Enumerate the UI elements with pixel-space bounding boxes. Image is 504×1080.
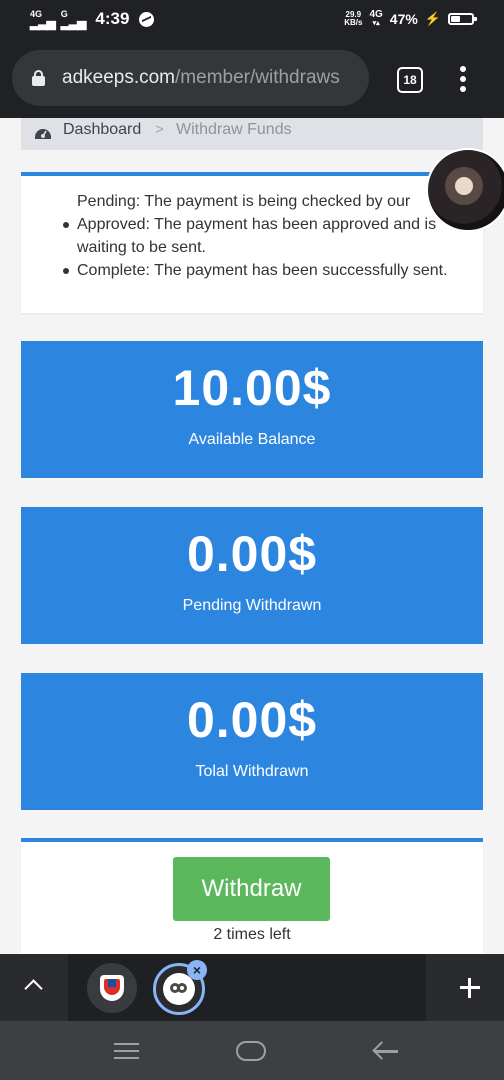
status-list: Pending: The payment is being checked by… xyxy=(63,190,472,282)
pending-withdrawn-card: 0.00$ Pending Withdrawn xyxy=(21,507,483,644)
total-withdrawn-label: Tolal Withdrawn xyxy=(195,763,309,780)
available-balance-label: Available Balance xyxy=(188,431,316,448)
signal-icon-2: G ▂▃▅ xyxy=(60,8,87,30)
url-domain: adkeeps.com xyxy=(62,67,176,88)
total-withdrawn-amount: 0.00$ xyxy=(186,692,318,748)
available-balance-amount: 10.00$ xyxy=(172,360,332,416)
breadcrumb-current: Withdraw Funds xyxy=(176,121,292,138)
total-withdrawn-card: 0.00$ Tolal Withdrawn xyxy=(21,673,483,810)
pending-withdrawn-label: Pending Withdrawn xyxy=(182,597,322,614)
back-icon[interactable] xyxy=(372,1041,398,1060)
browser-toolbar: adkeeps.com/member/withdraws 18 xyxy=(0,40,504,118)
url-path: /member/withdraws xyxy=(175,67,340,88)
menu-icon[interactable] xyxy=(459,66,467,92)
battery-percent: 47% xyxy=(389,11,418,27)
status-left: 4G ▂▃▅ G ▂▃▅ 4:39 xyxy=(30,8,155,30)
net-speed-unit: KB/s xyxy=(344,18,363,27)
url-bar[interactable]: adkeeps.com/member/withdraws xyxy=(12,50,369,106)
charging-icon: ⚡ xyxy=(424,11,441,26)
battery-icon xyxy=(448,13,477,25)
available-balance-card: 10.00$ Available Balance xyxy=(21,341,483,478)
messenger-icon xyxy=(139,11,155,27)
clock: 4:39 xyxy=(95,9,130,28)
list-item-approved: Approved: The payment has been approved … xyxy=(63,213,472,259)
status-bar: 4G ▂▃▅ G ▂▃▅ 4:39 29.9 KB/s 4G ▾▴ 47% ⚡ xyxy=(0,0,504,40)
tab-favicon-1[interactable] xyxy=(87,963,137,1013)
times-left-text: 2 times left xyxy=(213,926,291,943)
tab-strip: × xyxy=(0,954,504,1021)
pending-withdrawn-amount: 0.00$ xyxy=(186,526,318,582)
list-item-complete: Complete: The payment has been successfu… xyxy=(63,259,472,282)
breadcrumb-separator: > xyxy=(155,121,164,138)
lock-icon[interactable] xyxy=(32,70,45,86)
url-text[interactable]: adkeeps.com/member/withdraws xyxy=(62,67,340,89)
breadcrumb: Dashboard > Withdraw Funds xyxy=(21,118,483,150)
status-right: 29.9 KB/s 4G ▾▴ 47% ⚡ xyxy=(344,9,477,28)
close-icon[interactable]: × xyxy=(187,960,207,980)
chevron-up-icon xyxy=(24,979,43,998)
withdraw-card: Withdraw 2 times left xyxy=(21,838,483,954)
net-type: 4G xyxy=(369,9,383,20)
volte-icon: 4G ▾▴ xyxy=(369,9,383,28)
breadcrumb-dashboard-link[interactable]: Dashboard xyxy=(63,121,141,139)
net-speed: 29.9 KB/s xyxy=(344,11,362,27)
shield-favicon-icon xyxy=(100,975,124,1001)
recents-icon[interactable] xyxy=(114,1043,139,1059)
home-icon[interactable] xyxy=(236,1041,266,1061)
expand-tabs-button[interactable] xyxy=(0,954,68,1021)
system-nav-bar xyxy=(0,1021,504,1080)
signal-icon: 4G ▂▃▅ xyxy=(30,8,56,30)
tabs-icon[interactable]: 18 xyxy=(397,67,423,93)
page-content[interactable]: Dashboard > Withdraw Funds Pending: The … xyxy=(0,118,504,954)
new-tab-button[interactable] xyxy=(426,954,504,1021)
dashboard-icon xyxy=(35,129,51,139)
list-item-pending: Pending: The payment is being checked by… xyxy=(77,190,437,213)
chat-head-avatar[interactable] xyxy=(426,148,504,232)
status-info-card: Pending: The payment is being checked by… xyxy=(21,172,483,313)
withdraw-button[interactable]: Withdraw xyxy=(173,857,330,921)
